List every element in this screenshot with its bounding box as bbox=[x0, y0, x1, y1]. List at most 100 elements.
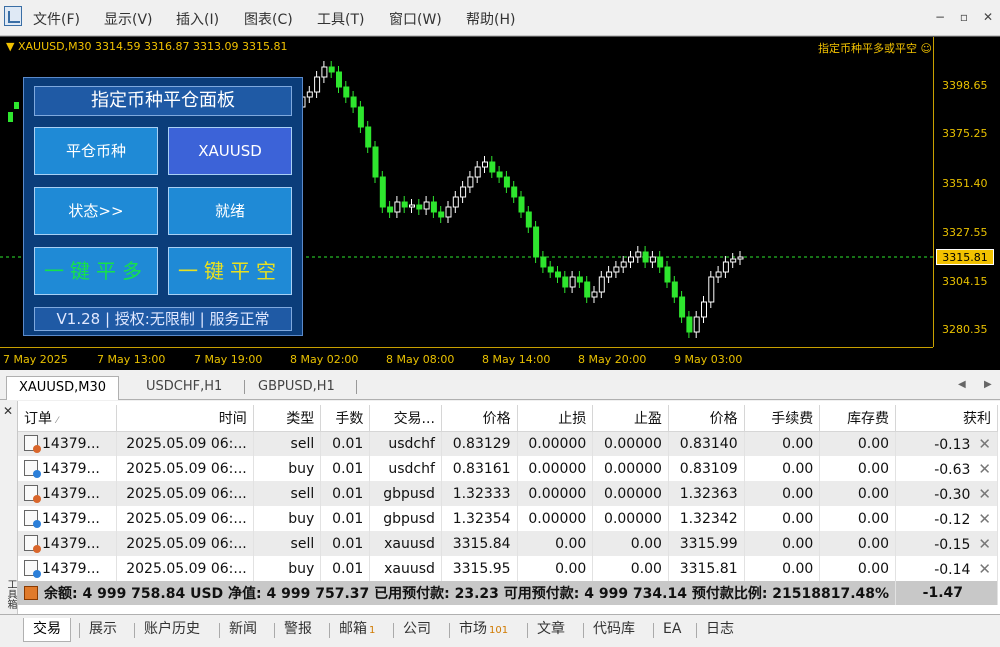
menu-view[interactable]: 显示(V) bbox=[104, 9, 153, 29]
current-price-badge: 3315.81 bbox=[936, 249, 994, 265]
close-short-button[interactable]: 一键平空 bbox=[168, 247, 292, 295]
order-row[interactable]: 14379... 2025.05.09 06:... buy 0.01 xauusd 33… bbox=[18, 556, 998, 581]
order-row[interactable]: 14379... 2025.05.09 06:... sell 0.01 usdchf 0… bbox=[18, 431, 998, 456]
order-row[interactable]: 14379... 2025.05.09 06:... sell 0.01 xauusd 3… bbox=[18, 531, 998, 556]
price-tick: 3327.55 bbox=[942, 226, 988, 239]
candle-body bbox=[467, 176, 474, 188]
orders-table: 订单 ⁄ 时间 类型 手数 交易... 价格 止损 止盈 价格 手续费 库存费 … bbox=[18, 405, 998, 605]
terminal-tab[interactable]: 警报 bbox=[275, 618, 321, 642]
close-order-icon[interactable]: ✕ bbox=[970, 535, 991, 553]
panel-footer: V1.28 | 授权:无限制 | 服务正常 bbox=[34, 307, 292, 331]
terminal-tab[interactable]: 公司 bbox=[394, 618, 440, 642]
account-summary-row: 余额: 4 999 758.84 USD 净值: 4 999 757.37 已用… bbox=[18, 581, 998, 605]
tab-badge: 1 bbox=[369, 625, 376, 636]
candle-body bbox=[372, 146, 379, 178]
order-lots: 0.01 bbox=[320, 531, 371, 556]
menu-insert[interactable]: 插入(I) bbox=[176, 9, 219, 29]
app-icon[interactable] bbox=[4, 6, 22, 26]
candle-body bbox=[379, 176, 386, 208]
col-sl[interactable]: 止损 bbox=[517, 405, 594, 432]
menu-help[interactable]: 帮助(H) bbox=[466, 9, 515, 29]
candle-body bbox=[365, 126, 372, 148]
order-symbol: usdchf bbox=[369, 431, 442, 456]
col-time[interactable]: 时间 bbox=[116, 405, 254, 432]
col-tp[interactable]: 止盈 bbox=[592, 405, 669, 432]
col-price[interactable]: 价格 bbox=[441, 405, 518, 432]
tab-scroll-right-icon[interactable]: ▶ bbox=[984, 379, 992, 390]
terminal-tab[interactable]: 文章 bbox=[528, 618, 574, 642]
menu-tools[interactable]: 工具(T) bbox=[317, 9, 364, 29]
candle-body bbox=[409, 204, 415, 208]
chart-symbol-header: ▼ XAUUSD,M30 3314.59 3316.87 3313.09 331… bbox=[6, 40, 288, 53]
order-time: 2025.05.09 06:... bbox=[116, 481, 254, 506]
candle-body bbox=[518, 196, 525, 213]
order-id: 14379... bbox=[18, 531, 117, 556]
tab-xauusd-m30[interactable]: XAUUSD,M30 bbox=[6, 376, 119, 400]
col-commission[interactable]: 手续费 bbox=[744, 405, 821, 432]
order-type: sell bbox=[253, 531, 322, 556]
candle-body bbox=[445, 206, 452, 218]
candle-body bbox=[642, 251, 649, 263]
close-symbol-button[interactable]: 平仓币种 bbox=[34, 127, 158, 175]
order-swap: 0.00 bbox=[819, 456, 897, 481]
candle-body bbox=[686, 316, 693, 333]
terminal-tab[interactable]: 新闻 bbox=[220, 618, 266, 642]
menu-bar: 文件(F) 显示(V) 插入(I) 图表(C) 工具(T) 窗口(W) 帮助(H… bbox=[0, 0, 1000, 36]
order-swap: 0.00 bbox=[819, 556, 897, 581]
candle-body bbox=[343, 86, 350, 98]
buy-order-icon bbox=[24, 510, 41, 528]
order-row[interactable]: 14379... 2025.05.09 06:... buy 0.01 gbpusd 1.… bbox=[18, 506, 998, 531]
price-axis: 3398.65 3375.25 3351.40 3327.55 3304.15 … bbox=[933, 37, 1000, 347]
close-long-button[interactable]: 一键平多 bbox=[34, 247, 158, 295]
order-tp: 0.00 bbox=[592, 556, 669, 581]
candle-body bbox=[635, 251, 642, 258]
tab-gbpusd-h1[interactable]: GBPUSD,H1 bbox=[246, 376, 347, 400]
close-order-icon[interactable]: ✕ bbox=[970, 435, 991, 453]
price-tick: 3304.15 bbox=[942, 275, 988, 288]
candle-body bbox=[613, 266, 620, 273]
minimize-icon[interactable]: − bbox=[932, 10, 948, 24]
col-type[interactable]: 类型 bbox=[253, 405, 322, 432]
menu-charts[interactable]: 图表(C) bbox=[244, 9, 293, 29]
terminal-close-icon[interactable]: ✕ bbox=[3, 404, 13, 418]
candle-body bbox=[438, 211, 445, 218]
menu-file[interactable]: 文件(F) bbox=[33, 9, 80, 29]
candle-body bbox=[620, 261, 627, 268]
time-tick: 8 May 14:00 bbox=[482, 353, 551, 366]
col-order[interactable]: 订单 ⁄ bbox=[18, 405, 117, 432]
col-lots[interactable]: 手数 bbox=[320, 405, 371, 432]
close-order-icon[interactable]: ✕ bbox=[970, 560, 991, 578]
col-cur-price[interactable]: 价格 bbox=[668, 405, 745, 432]
close-order-icon[interactable]: ✕ bbox=[970, 485, 991, 503]
terminal-tab[interactable]: EA bbox=[654, 618, 690, 642]
order-swap: 0.00 bbox=[819, 481, 897, 506]
menu-window[interactable]: 窗口(W) bbox=[389, 9, 442, 29]
col-symbol[interactable]: 交易... bbox=[369, 405, 442, 432]
col-swap[interactable]: 库存费 bbox=[819, 405, 897, 432]
terminal-tab[interactable]: 账户历史 bbox=[135, 618, 209, 642]
terminal-tab[interactable]: 日志 bbox=[697, 618, 743, 642]
symbol-select-button[interactable]: XAUUSD bbox=[168, 127, 292, 175]
order-row[interactable]: 14379... 2025.05.09 06:... sell 0.01 gbpusd 1… bbox=[18, 481, 998, 506]
close-icon[interactable]: ✕ bbox=[980, 10, 996, 24]
restore-icon[interactable]: ▫ bbox=[956, 10, 972, 24]
close-order-icon[interactable]: ✕ bbox=[970, 460, 991, 478]
terminal-side-label: 工具箱 bbox=[5, 579, 16, 609]
tab-scroll-left-icon[interactable]: ◀ bbox=[958, 379, 966, 390]
order-row[interactable]: 14379... 2025.05.09 06:... buy 0.01 usdchf 0.… bbox=[18, 456, 998, 481]
sell-order-icon bbox=[24, 435, 41, 454]
tab-usdchf-h1[interactable]: USDCHF,H1 bbox=[134, 376, 234, 400]
terminal-tab[interactable]: 市场 101 bbox=[450, 618, 517, 642]
orders-header-row: 订单 ⁄ 时间 类型 手数 交易... 价格 止损 止盈 价格 手续费 库存费 … bbox=[18, 405, 998, 432]
candle-body bbox=[8, 112, 13, 122]
terminal-tab[interactable]: 邮箱 1 bbox=[330, 618, 384, 642]
status-button[interactable]: 状态>> bbox=[34, 187, 158, 235]
close-order-icon[interactable]: ✕ bbox=[970, 510, 991, 528]
terminal-tab[interactable]: 展示 bbox=[80, 618, 126, 642]
ea-status-label: 指定币种平多或平空 ☺ bbox=[818, 42, 932, 55]
balance-icon bbox=[24, 586, 38, 600]
terminal-tab[interactable]: 代码库 bbox=[584, 618, 644, 642]
terminal-tab[interactable]: 交易 bbox=[23, 618, 71, 642]
order-commission: 0.00 bbox=[744, 506, 821, 531]
col-profit[interactable]: 获利 bbox=[895, 405, 998, 432]
